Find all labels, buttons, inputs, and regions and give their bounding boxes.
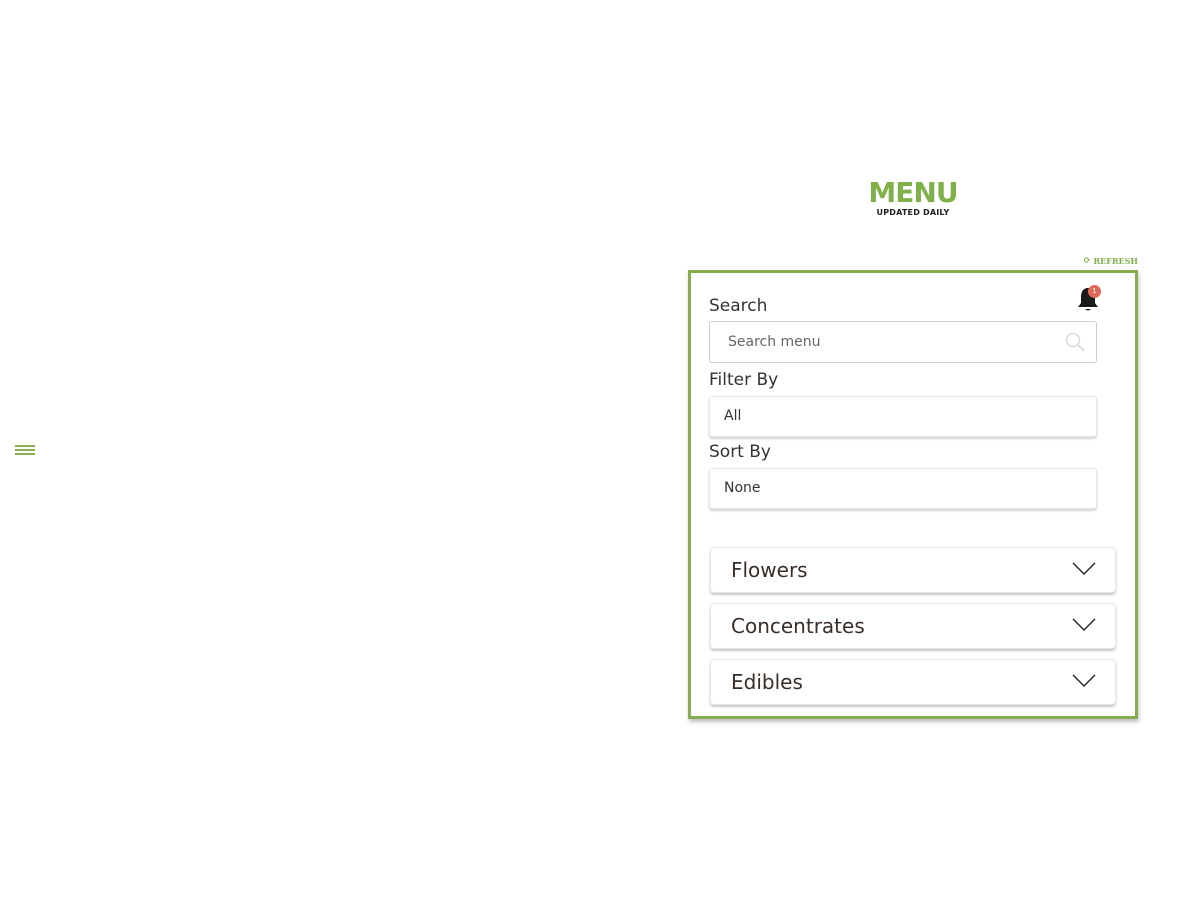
search-input[interactable]	[710, 322, 1040, 362]
refresh-button[interactable]: ⟳ REFRESH	[1083, 256, 1138, 266]
search-field	[709, 321, 1097, 363]
page-title: MENU	[868, 176, 958, 209]
refresh-label: REFRESH	[1093, 256, 1138, 266]
hamburger-line	[15, 445, 35, 447]
page-subtitle: UPDATED DAILY	[876, 208, 950, 217]
category-concentrates[interactable]: Concentrates	[710, 603, 1116, 649]
category-label: Concentrates	[731, 614, 865, 638]
filter-label: Filter By	[709, 370, 779, 390]
sort-select[interactable]: None	[709, 468, 1097, 509]
filter-select[interactable]: All	[709, 396, 1097, 437]
hamburger-line	[15, 453, 35, 455]
category-label: Edibles	[731, 670, 803, 694]
chevron-down-icon	[1072, 562, 1096, 576]
category-edibles[interactable]: Edibles	[710, 659, 1116, 705]
search-label: Search	[709, 296, 768, 316]
refresh-icon: ⟳	[1082, 256, 1091, 266]
hamburger-line	[15, 449, 35, 451]
page-header: MENU UPDATED DAILY	[863, 178, 963, 218]
search-icon[interactable]	[1064, 331, 1086, 353]
chevron-down-icon	[1072, 618, 1096, 632]
category-flowers[interactable]: Flowers	[710, 547, 1116, 593]
sort-label: Sort By	[709, 442, 771, 462]
chevron-down-icon	[1072, 674, 1096, 688]
notification-count-badge: 1	[1088, 285, 1101, 298]
notifications-button[interactable]: 1	[1076, 285, 1101, 313]
category-label: Flowers	[731, 558, 808, 582]
hamburger-icon[interactable]	[15, 445, 35, 455]
menu-panel: 1 Search Filter By All Sort By None Flow…	[688, 270, 1138, 719]
